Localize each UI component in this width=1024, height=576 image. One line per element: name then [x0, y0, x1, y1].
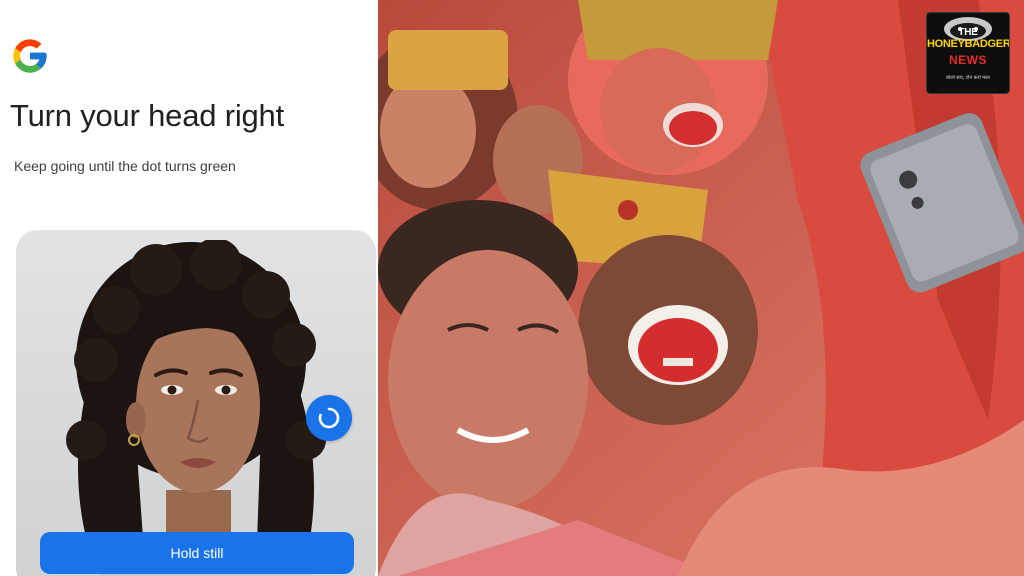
news-logo-badge: THE HONEYBADGER NEWS बोलो सच, टोन करो मस… [926, 12, 1010, 94]
page-title: Turn your head right [10, 98, 285, 133]
badge-line2: HONEYBADGER [927, 38, 1010, 50]
status-indicator [306, 395, 352, 441]
badge-line1: THE [958, 27, 978, 38]
badge-tagline: बोलो सच, टोन करो मस्त [946, 75, 990, 81]
camera-preview [16, 230, 376, 576]
google-logo-icon [13, 39, 47, 73]
news-photo: THE HONEYBADGER NEWS बोलो सच, टोन करो मस… [378, 0, 1024, 576]
loading-spinner-icon [318, 407, 340, 429]
face-verification-panel: Turn your head right Keep going until th… [0, 0, 378, 576]
badge-line3: NEWS [949, 53, 987, 67]
hold-still-button[interactable]: Hold still [40, 532, 354, 574]
face-portrait-image [66, 240, 326, 576]
instruction-text: Keep going until the dot turns green [14, 158, 236, 174]
